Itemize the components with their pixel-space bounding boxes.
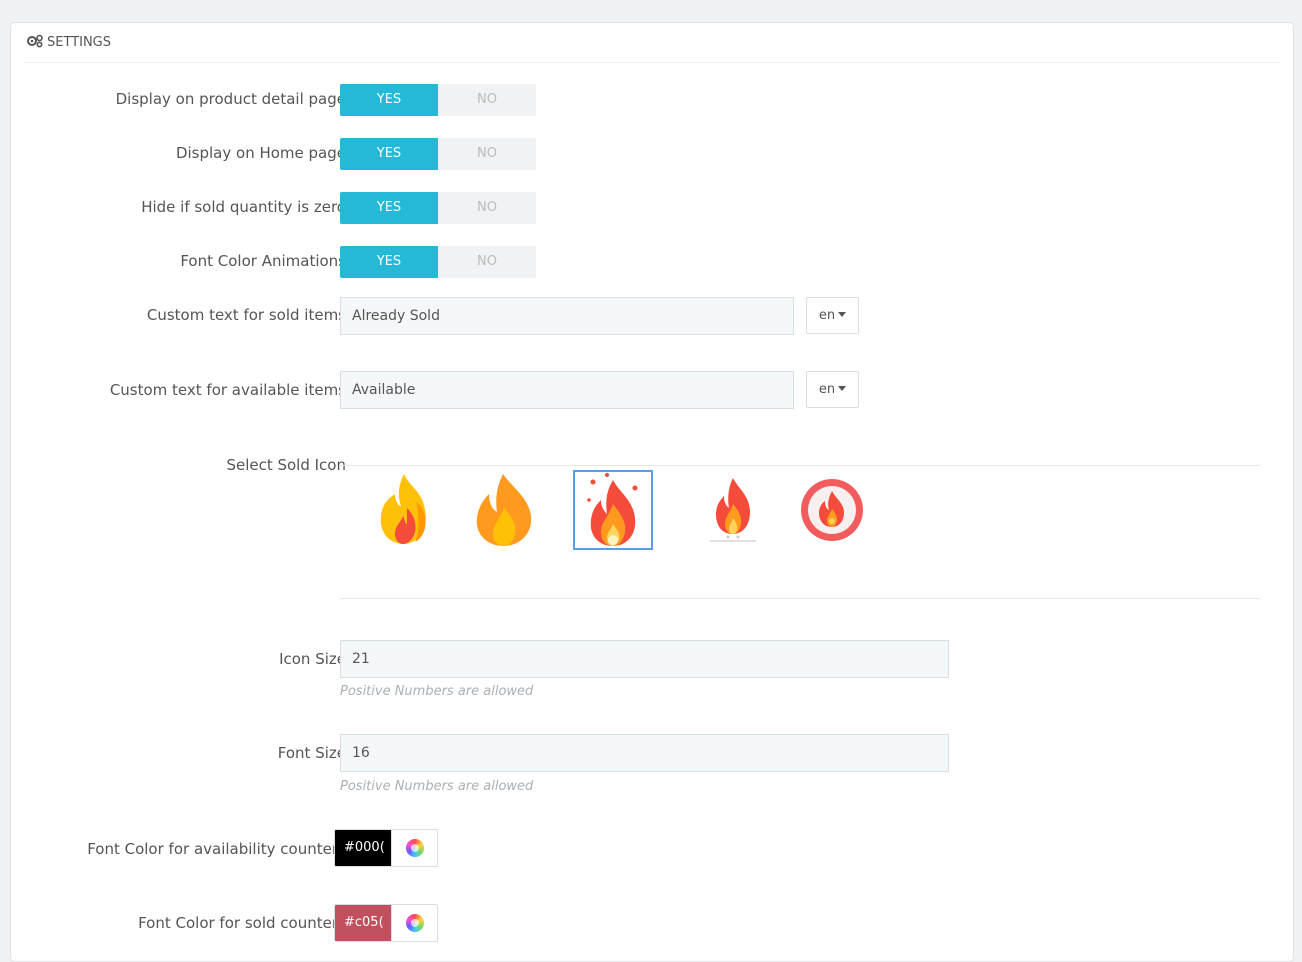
icon-size-label: Icon Size [279,650,346,668]
sold-color-wheel-button[interactable] [391,905,437,941]
toggle-no-option[interactable]: NO [438,84,536,116]
sold-color-label: Font Color for sold counter [138,914,338,932]
font-size-input[interactable]: 16 [340,734,949,772]
toggle-yes-option[interactable]: YES [340,192,438,224]
available-text-input[interactable]: Available [340,371,794,409]
sold-icon-label: Select Sold Icon [226,456,346,474]
sold-icon-option-3[interactable] [573,470,653,550]
panel-header: SETTINGS [11,23,1293,63]
availability-color-label: Font Color for availability counter [87,840,338,858]
flame-icon-4 [710,478,756,542]
flame-icon-1 [380,474,426,544]
flame-icon-5 [801,479,863,541]
sold-color-picker[interactable]: #c05( [334,904,438,942]
availability-color-picker[interactable]: #000( [334,829,438,867]
toggle-font-animations[interactable]: YES NO [340,246,536,278]
sold-text-input[interactable]: Already Sold [340,297,794,335]
caret-down-icon [838,312,847,317]
toggle-label-product-page: Display on product detail page [115,90,346,108]
font-size-label: Font Size [277,744,346,762]
sold-icon-option-4[interactable] [693,470,773,550]
header-divider [25,62,1281,63]
icon-size-help: Positive Numbers are allowed [340,684,534,699]
availability-color-wheel-button[interactable] [391,830,437,866]
sold-icon-option-1[interactable] [364,470,444,550]
toggle-yes-option[interactable]: YES [340,138,438,170]
font-size-help: Positive Numbers are allowed [340,779,534,794]
sold-icon-top-divider [340,465,1260,466]
flame-icon-2 [476,474,532,546]
toggle-no-option[interactable]: NO [438,192,536,224]
toggle-label-font-animations: Font Color Animations [180,252,346,270]
available-text-label: Custom text for available items [109,381,346,399]
toggle-home-page[interactable]: YES NO [340,138,536,170]
sold-icon-option-2[interactable] [464,470,544,550]
icon-size-input[interactable]: 21 [340,640,949,678]
flame-icon-3 [587,473,638,546]
toggle-yes-option[interactable]: YES [340,246,438,278]
color-wheel-icon [405,914,424,932]
sold-text-language-dropdown[interactable]: en [806,297,859,334]
language-code: en [818,382,836,397]
sold-icon-option-5[interactable] [792,470,872,550]
toggle-product-page[interactable]: YES NO [340,84,536,116]
gears-icon [27,34,43,48]
caret-down-icon [838,386,847,391]
color-wheel-icon [405,839,424,857]
available-text-language-dropdown[interactable]: en [806,371,859,408]
toggle-label-home-page: Display on Home page [175,144,346,162]
sold-icon-bottom-divider [340,598,1260,599]
toggle-label-hide-zero: Hide if sold quantity is zero [141,198,346,216]
toggle-hide-zero[interactable]: YES NO [340,192,536,224]
language-code: en [818,308,836,323]
panel-title: SETTINGS [47,35,112,50]
sold-color-value[interactable]: #c05( [335,905,391,941]
availability-color-value[interactable]: #000( [335,830,391,866]
toggle-no-option[interactable]: NO [438,138,536,170]
toggle-yes-option[interactable]: YES [340,84,438,116]
toggle-no-option[interactable]: NO [438,246,536,278]
sold-text-label: Custom text for sold items [146,306,346,324]
